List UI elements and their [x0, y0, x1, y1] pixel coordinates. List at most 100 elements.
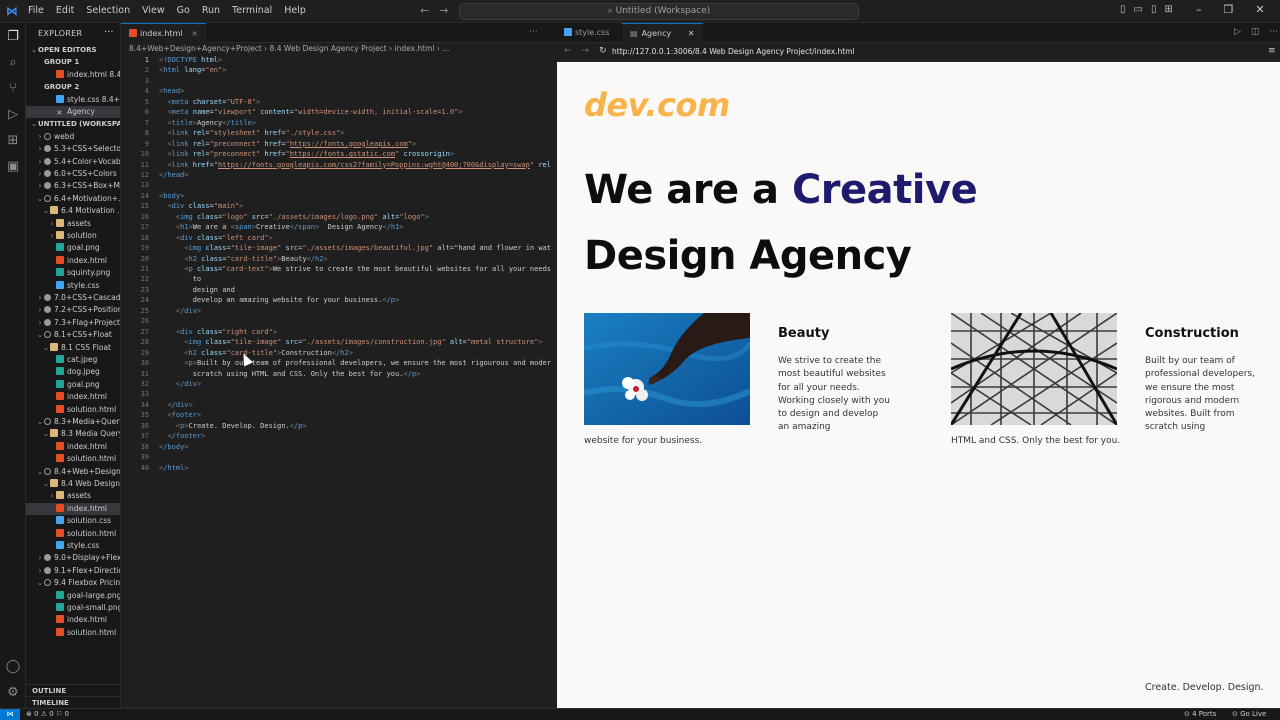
tree-item[interactable]: goal-large.png — [26, 590, 120, 602]
code-line[interactable]: <meta name="viewport" content="width=dev… — [159, 108, 462, 116]
problems-indicator[interactable]: ⊗ 0 ⚠ 0 ⚐ 0 — [26, 709, 69, 720]
split-editor-icon[interactable]: ◫ — [1251, 27, 1260, 37]
tree-item[interactable]: style.css 8.4+We... — [26, 94, 120, 106]
tree-item[interactable]: ⌄ 8.4 Web Design ... — [26, 478, 120, 490]
tree-item[interactable]: ⌄ 8.4+Web+Design... — [26, 466, 120, 478]
code-line[interactable]: <link rel="preconnect" href="https://fon… — [159, 150, 454, 158]
tab-agency[interactable]: ▤ Agency ✕ — [622, 23, 703, 43]
menu-help[interactable]: Help — [284, 5, 306, 16]
tree-item[interactable]: › 7.0+CSS+Cascade — [26, 292, 121, 304]
code-line[interactable]: <html lang="en"> — [159, 66, 226, 74]
restore-icon[interactable]: ❐ — [1224, 3, 1234, 16]
tree-item[interactable]: dog.jpeg — [26, 366, 120, 378]
tree-item[interactable]: › 9.0+Display+Flex — [26, 552, 121, 564]
remote-indicator-icon[interactable]: ⋈ — [0, 709, 20, 720]
customize-layout-icon[interactable]: ⊞ — [1164, 4, 1172, 15]
code-line[interactable]: <!DOCTYPE html> — [159, 56, 222, 64]
toggle-sidebar-icon[interactable]: ▯ — [1120, 4, 1126, 15]
extensions-icon[interactable]: ⊞ — [5, 133, 21, 149]
code-line[interactable]: <h1>We are a <span>Creative</span> Desig… — [159, 223, 404, 231]
code-editor[interactable]: 1 <!DOCTYPE html> 2 <html lang="en"> 3 4 <head… — [121, 55, 556, 708]
menu-icon[interactable]: ≡ — [1268, 46, 1276, 56]
settings-gear-icon[interactable]: ⚙ — [5, 685, 21, 701]
url-input[interactable]: http://127.0.0.1:3006/8.4 Web Design Age… — [612, 47, 855, 56]
tree-item[interactable]: squinty.png — [26, 267, 120, 279]
tree-item[interactable]: goal-small.png — [26, 602, 120, 614]
back-arrow-icon[interactable]: ← — [420, 4, 429, 17]
code-line[interactable]: </div> — [159, 307, 201, 315]
more-actions-icon[interactable]: ··· — [529, 27, 538, 37]
tree-item[interactable]: › assets — [26, 490, 120, 502]
tree-item[interactable]: › 5.3+CSS+Selectors — [26, 143, 121, 155]
code-line[interactable]: develop an amazing website for your busi… — [159, 296, 400, 304]
outline-section[interactable]: OUTLINE — [26, 684, 120, 696]
code-line[interactable]: </footer> — [159, 432, 205, 440]
tree-item[interactable]: index.html — [26, 502, 120, 515]
go-live-button[interactable]: ⊙ Go Live — [1232, 709, 1266, 720]
tree-item[interactable]: ⌄ 6.4 Motivation ... — [26, 205, 120, 217]
menu-file[interactable]: File — [28, 5, 44, 16]
code-line[interactable]: <p>Create. Develop. Design.</p> — [159, 422, 307, 430]
tree-item[interactable]: index.html — [26, 391, 120, 403]
toggle-panel-icon[interactable]: ▭ — [1134, 4, 1143, 15]
tree-item[interactable]: × Agency — [26, 106, 120, 118]
tree-item[interactable]: ⌄ 8.3+Media+Query — [26, 416, 120, 428]
code-line[interactable]: <meta charset="UTF-8"> — [159, 98, 260, 106]
more-actions-icon[interactable]: ··· — [1269, 27, 1278, 37]
tree-item[interactable]: › 6.0+CSS+Colors — [26, 168, 120, 180]
code-line[interactable]: <link rel="stylesheet" href="./style.css… — [159, 129, 344, 137]
close-window-icon[interactable]: ✕ — [1255, 3, 1264, 16]
tree-item[interactable]: ⌄ 8.1+CSS+Float — [26, 329, 120, 341]
breadcrumb[interactable]: 8.4+Web+Design+Agency+Project › 8.4 Web … — [121, 43, 556, 55]
run-icon[interactable]: ▷ — [1234, 27, 1241, 37]
tree-item[interactable]: style.css — [26, 540, 120, 552]
more-actions-icon[interactable]: ··· — [104, 27, 114, 38]
tree-item[interactable]: › 7.2+CSS+Position... — [26, 304, 121, 316]
back-icon[interactable]: ← — [564, 46, 572, 56]
tree-item[interactable]: ⌄ 9.4 Flexbox Pricin... — [26, 577, 120, 589]
close-tab-icon[interactable]: ✕ — [688, 29, 695, 38]
command-center-search[interactable]: ⌕ Untitled (Workspace) — [459, 3, 859, 20]
tree-item[interactable]: › 7.3+Flag+Project — [26, 317, 120, 329]
tree-item[interactable]: › 6.3+CSS+Box+M... — [26, 180, 121, 192]
explorer-icon[interactable]: ❐ — [5, 29, 21, 45]
tree-item[interactable]: solution.html — [26, 453, 120, 465]
tree-item[interactable]: cat.jpeg — [26, 354, 120, 366]
tree-item[interactable]: › 5.4+Color+Vocab... — [26, 156, 121, 168]
menu-selection[interactable]: Selection — [86, 5, 130, 16]
menu-edit[interactable]: Edit — [56, 5, 74, 16]
forward-icon[interactable]: → — [582, 46, 590, 56]
tree-item[interactable]: ⌄ 6.4+Motivation+... — [26, 193, 120, 205]
source-control-icon[interactable]: ⑂ — [5, 81, 21, 97]
tree-item[interactable]: ⌄UNTITLED (WORKSPACE) — [26, 118, 120, 130]
toggle-secondary-sidebar-icon[interactable]: ▯ — [1151, 4, 1157, 15]
tree-item[interactable]: goal.png — [26, 379, 120, 391]
search-icon[interactable]: ⌕ — [5, 55, 21, 71]
tree-item[interactable]: solution.html — [26, 528, 120, 540]
tree-item[interactable]: index.html — [26, 441, 120, 453]
tree-item[interactable]: GROUP 2 — [26, 81, 120, 93]
code-line[interactable]: to — [159, 275, 201, 283]
code-line[interactable]: scratch using HTML and CSS. Only the bes… — [159, 370, 421, 378]
code-line[interactable]: <title>Agency</title> — [159, 119, 256, 127]
tree-item[interactable]: ⌄OPEN EDITORS — [26, 44, 120, 56]
minimize-icon[interactable]: – — [1196, 3, 1202, 16]
tree-item[interactable]: GROUP 1 — [26, 56, 120, 68]
code-line[interactable]: <img class="tile-image" src="./assets/im… — [159, 244, 551, 252]
code-line[interactable]: </div> — [159, 380, 201, 388]
timeline-section[interactable]: TIMELINE — [26, 696, 120, 708]
tree-item[interactable]: style.css — [26, 280, 120, 292]
menu-view[interactable]: View — [142, 5, 165, 16]
tab-index-html[interactable]: index.html × — [121, 23, 206, 43]
code-line[interactable]: <p class="card-text">We strive to create… — [159, 265, 551, 273]
menu-terminal[interactable]: Terminal — [232, 5, 272, 16]
code-line[interactable]: <h2 class="card-title">Beauty</h2> — [159, 255, 327, 263]
code-line[interactable]: <div class="main"> — [159, 202, 243, 210]
code-line[interactable]: <div class="left card"> — [159, 234, 273, 242]
code-line[interactable]: <img class="tile-image" src="./assets/im… — [159, 338, 542, 346]
tree-item[interactable]: ⌄ 8.1 CSS Float — [26, 342, 120, 354]
tree-item[interactable]: goal.png — [26, 242, 120, 254]
code-line[interactable]: <h2 class="card-title">Construction</h2> — [159, 349, 353, 357]
ports-indicator[interactable]: ⊙ 4 Ports — [1184, 709, 1216, 720]
reload-icon[interactable]: ↻ — [599, 46, 607, 56]
